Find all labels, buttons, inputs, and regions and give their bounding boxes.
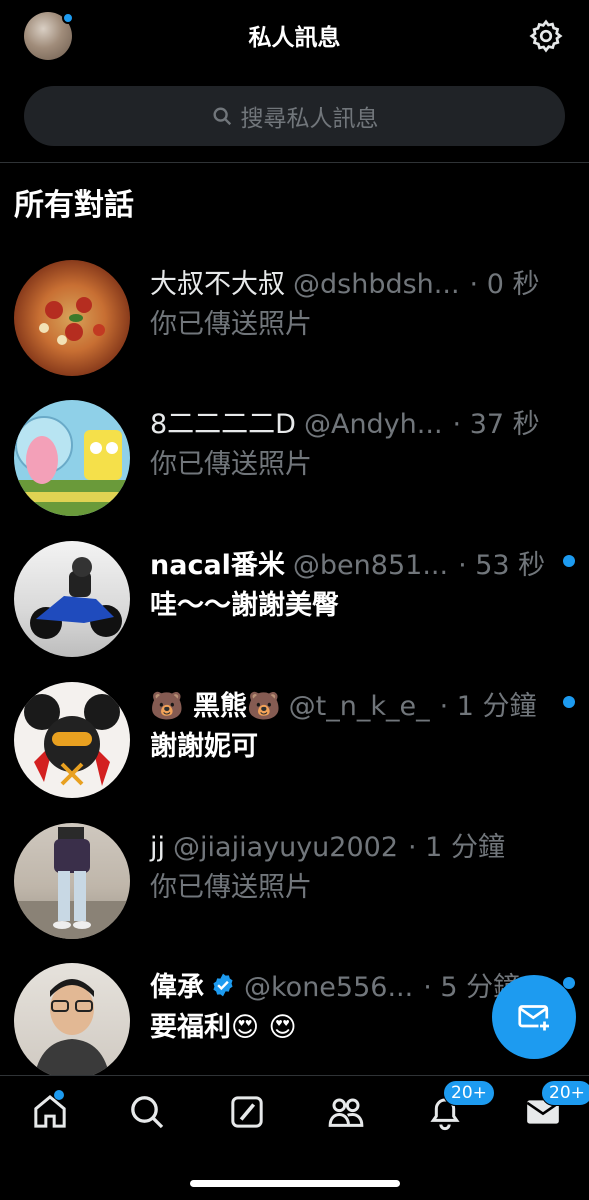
tab-messages[interactable]: 20+ (523, 1080, 589, 1132)
messages-badge: 20+ (541, 1080, 589, 1106)
sender-handle: @Andyh... (303, 409, 443, 440)
avatar (14, 260, 130, 376)
sender-name: nacal番米 (150, 550, 285, 581)
avatar (14, 682, 130, 798)
sender-name: 大叔不大叔 (150, 269, 285, 300)
sender-name: jj (150, 832, 166, 863)
timestamp: · 53 秒 (458, 550, 546, 581)
home-icon (34, 1095, 66, 1128)
sender-handle: @t_n_k_e_ (288, 691, 430, 722)
timestamp: · 0 秒 (469, 269, 540, 300)
sender-handle: @kone556... (244, 972, 414, 1003)
sender-handle: @ben851... (292, 550, 449, 581)
home-indicator (190, 1180, 400, 1187)
tab-home[interactable] (30, 1090, 70, 1132)
message-preview: 哇～～謝謝美臀 (150, 590, 339, 621)
tab-communities[interactable] (326, 1092, 366, 1132)
sender-name: 🐻 黑熊🐻 (150, 691, 281, 722)
message-preview: 你已傳送照片 (150, 872, 312, 903)
search-icon (131, 1096, 164, 1129)
timestamp: · 1 分鐘 (408, 832, 505, 863)
timestamp: · 37 秒 (452, 409, 540, 440)
divider (0, 162, 589, 163)
message-preview: 你已傳送照片 (150, 309, 312, 340)
communities-icon (328, 1098, 364, 1127)
tab-search[interactable] (127, 1092, 167, 1132)
message-preview: 要福利😍 😍 (150, 1012, 297, 1043)
section-title: 所有對話 (14, 188, 134, 223)
unread-dot (563, 555, 575, 567)
top-bar: 私人訊息 (0, 0, 589, 76)
avatar (14, 541, 130, 657)
sender-name: 偉承 (150, 972, 204, 1003)
tab-notifications[interactable]: 20+ (425, 1080, 495, 1132)
conversation-row[interactable]: nacal番米 @ben851... · 53 秒 哇～～謝謝美臀 (0, 541, 589, 681)
search-input[interactable]: 搜尋私人訊息 (24, 86, 565, 146)
message-preview: 你已傳送照片 (150, 449, 312, 480)
grok-icon (231, 1096, 263, 1128)
avatar (14, 963, 130, 1079)
page-title: 私人訊息 (248, 25, 341, 51)
sender-handle: @jiajiayuyu2002 (173, 832, 399, 863)
notifications-badge: 20+ (443, 1080, 495, 1106)
avatar (14, 400, 130, 516)
tab-grok[interactable] (227, 1092, 267, 1132)
unread-dot (563, 977, 575, 989)
conversation-row[interactable]: jj @jiajiayuyu2002 · 1 分鐘 你已傳送照片 (0, 823, 589, 963)
search-icon (212, 107, 231, 126)
avatar (14, 823, 130, 939)
sender-handle: @dshbdsh... (293, 269, 460, 300)
message-preview: 謝謝妮可 (150, 731, 258, 762)
conversation-row[interactable]: 大叔不大叔 @dshbdsh... · 0 秒 你已傳送照片 (0, 260, 589, 400)
conversation-row[interactable]: 🐻 黑熊🐻 @t_n_k_e_ · 1 分鐘 謝謝妮可 (0, 682, 589, 822)
verified-badge-icon (213, 973, 233, 996)
sender-name: 8二二二二D (150, 409, 296, 440)
new-message-button[interactable] (492, 975, 576, 1059)
conversation-row[interactable]: 8二二二二D @Andyh... · 37 秒 你已傳送照片 (0, 400, 589, 540)
unread-dot (563, 696, 575, 708)
gear-icon[interactable] (528, 18, 564, 54)
search-placeholder: 搜尋私人訊息 (240, 106, 379, 132)
unread-dot (54, 1090, 64, 1100)
timestamp: · 1 分鐘 (439, 691, 537, 722)
compose-mail-icon (518, 1005, 549, 1031)
